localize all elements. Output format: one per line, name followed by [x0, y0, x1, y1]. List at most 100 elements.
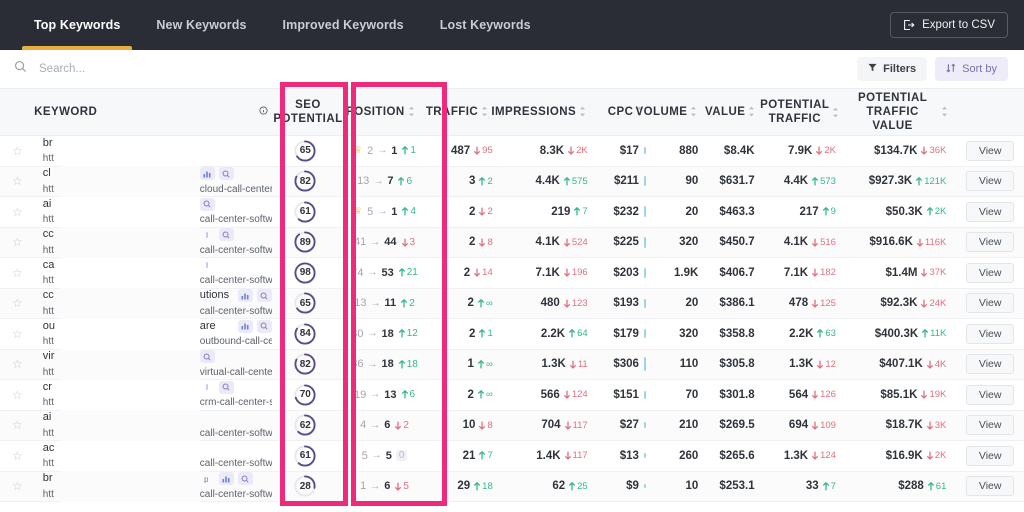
view-button[interactable]: View	[966, 232, 1015, 253]
volume-cell: 70	[652, 389, 706, 401]
table-row[interactable]: ☆ br htt 65 ♕ 2 → 1 1 487 95 8.3K 2K $17 880 $8.4K 7.9K 2…	[0, 135, 1024, 167]
sort-caret-icon[interactable]	[690, 106, 697, 117]
sort-by-button[interactable]: Sort by	[935, 57, 1008, 81]
position-from: 5	[367, 205, 374, 218]
sort-caret-icon[interactable]	[748, 106, 755, 117]
view-button[interactable]: View	[966, 201, 1015, 222]
sort-caret-icon[interactable]	[579, 106, 586, 117]
impressions-cell-delta: 117	[564, 450, 588, 461]
column-header-imp[interactable]: IMPRESSIONS	[491, 105, 594, 119]
view-button[interactable]: View	[966, 323, 1015, 344]
table-row[interactable]: ☆ cl htt cloud-call-center-software/82 13→76…	[0, 166, 1024, 197]
favorite-star-icon[interactable]: ☆	[0, 357, 35, 371]
potential-traffic-cell-delta: 125	[811, 298, 836, 309]
keyword-url[interactable]: call-center-software/web...	[200, 489, 273, 500]
favorite-star-icon[interactable]: ☆	[0, 388, 35, 402]
view-button[interactable]: View	[966, 415, 1015, 436]
tab-lost-keywords[interactable]: Lost Keywords	[422, 0, 549, 50]
link-icon[interactable]	[200, 381, 215, 394]
view-button[interactable]: View	[966, 445, 1015, 466]
column-header-ptr[interactable]: POTENTIAL TRAFFIC	[760, 98, 847, 126]
column-header-tr[interactable]: TRAFFIC	[426, 105, 496, 119]
chart-icon[interactable]	[218, 472, 234, 485]
favorite-star-icon[interactable]: ☆	[0, 449, 35, 463]
sort-caret-icon[interactable]	[832, 107, 839, 118]
favorite-star-icon[interactable]: ☆	[0, 418, 35, 432]
chart-icon[interactable]	[237, 289, 253, 302]
table-row[interactable]: ☆ ai htt call-center-software-feat... 61 ♕ 5→1…	[0, 196, 1024, 228]
favorite-star-icon[interactable]: ☆	[0, 235, 35, 249]
column-header-val[interactable]: VALUE	[705, 105, 761, 119]
p-icon[interactable]: p	[200, 472, 215, 485]
sort-caret-icon[interactable]	[408, 106, 415, 117]
table-row[interactable]: ☆cchttcall-center-software/8941→443284.1…	[0, 227, 1024, 258]
position-arrow-icon: →	[377, 206, 388, 218]
favorite-star-icon[interactable]: ☆	[0, 144, 35, 158]
search-icon[interactable]	[218, 380, 234, 394]
traffic-cell-delta: ∞	[477, 359, 493, 370]
tab-improved-keywords[interactable]: Improved Keywords	[265, 0, 422, 50]
filters-button[interactable]: Filters	[857, 57, 928, 81]
table-row[interactable]: ☆ ca htt call-center-software/98 74→53 21 2 14 7…	[0, 257, 1024, 289]
favorite-star-icon[interactable]: ☆	[0, 205, 35, 219]
table-row[interactable]: ☆aihttcall-center-software-feat...624→62…	[0, 410, 1024, 441]
search-icon[interactable]	[199, 197, 215, 211]
search-icon[interactable]	[218, 167, 234, 180]
table-row[interactable]: ☆ cr htt crm-call-center-software/70 19→13 6 2…	[0, 379, 1024, 411]
keyword-url[interactable]: virtual-call-center-softwa...	[200, 367, 273, 378]
view-button[interactable]: View	[966, 293, 1015, 314]
tab-top-keywords[interactable]: Top Keywords	[16, 0, 138, 50]
potential-traffic-value-cell-delta: 4K	[926, 359, 946, 370]
keyword-url[interactable]: call-center-software-feat...	[200, 214, 273, 225]
table-row[interactable]: ☆achttcall-center-software/web...615→502…	[0, 440, 1024, 472]
view-button[interactable]: View	[966, 354, 1015, 375]
search-icon[interactable]	[256, 289, 272, 302]
search-icon[interactable]	[256, 319, 272, 333]
link-icon[interactable]	[200, 228, 215, 241]
column-header-label: POTENTIAL TRAFFIC	[760, 98, 830, 125]
table-row[interactable]: ☆ vir htt virtual-call-center-softwa... 82 36…	[0, 349, 1024, 380]
search-input[interactable]	[39, 63, 279, 75]
favorite-star-icon[interactable]: ☆	[0, 266, 35, 280]
favorite-star-icon[interactable]: ☆	[0, 174, 35, 188]
favorite-star-icon[interactable]: ☆	[0, 327, 35, 341]
keyword-url[interactable]: call-center-software/	[200, 275, 273, 286]
view-button[interactable]: View	[966, 140, 1015, 161]
chart-icon[interactable]	[199, 167, 215, 180]
keyword-url[interactable]: call-center-software/web...	[200, 458, 273, 469]
keyword-url[interactable]: call-center-software/	[200, 245, 273, 256]
column-header-ptv[interactable]: POTENTIAL TRAFFIC VALUE	[847, 91, 957, 133]
position-cell: 13 → 7 6	[338, 175, 431, 187]
tab-new-keywords[interactable]: New Keywords	[138, 0, 264, 50]
tab-label: Lost Keywords	[439, 18, 531, 32]
keyword-occlusion-overlay	[59, 318, 200, 349]
favorite-star-icon[interactable]: ☆	[0, 296, 35, 310]
search-icon[interactable]	[218, 228, 234, 241]
table-row[interactable]: ☆ ou htt are outbound-call-center-soft... 84 3…	[0, 318, 1024, 350]
sort-caret-icon[interactable]	[481, 106, 488, 117]
sort-caret-icon[interactable]	[941, 106, 948, 117]
export-to-csv-button[interactable]: Export to CSV	[890, 12, 1008, 38]
view-button[interactable]: View	[966, 262, 1015, 283]
keyword-url[interactable]: cloud-call-center-software/	[200, 184, 273, 195]
volume-value: 20	[685, 297, 699, 310]
search-icon[interactable]	[199, 350, 215, 363]
table-row[interactable]: ☆ br htt p call-center-software/web... 28 1→65…	[0, 471, 1024, 502]
potential-traffic-cell-delta: 63	[816, 328, 836, 339]
view-button[interactable]: View	[966, 476, 1015, 497]
impressions-cell: 566 124	[501, 389, 596, 401]
keyword-url[interactable]: crm-call-center-software/	[200, 397, 273, 408]
keyword-url[interactable]: call-center-software-feat...	[200, 428, 273, 439]
column-header-vol[interactable]: VOLUME	[635, 105, 705, 119]
impressions-cell-delta: 575	[563, 176, 588, 187]
column-header-pos[interactable]: POSITION	[335, 105, 426, 119]
search-icon[interactable]	[237, 472, 253, 485]
chart-icon[interactable]	[237, 319, 253, 333]
keyword-url[interactable]: call-center-software/	[200, 306, 273, 317]
link-icon[interactable]	[200, 259, 215, 272]
table-row[interactable]: ☆ cc htt utions call-center-software/65 13→11…	[0, 288, 1024, 319]
favorite-star-icon[interactable]: ☆	[0, 479, 35, 493]
keyword-url[interactable]: outbound-call-center-soft...	[200, 336, 273, 347]
view-button[interactable]: View	[966, 171, 1015, 192]
view-button[interactable]: View	[966, 384, 1015, 405]
